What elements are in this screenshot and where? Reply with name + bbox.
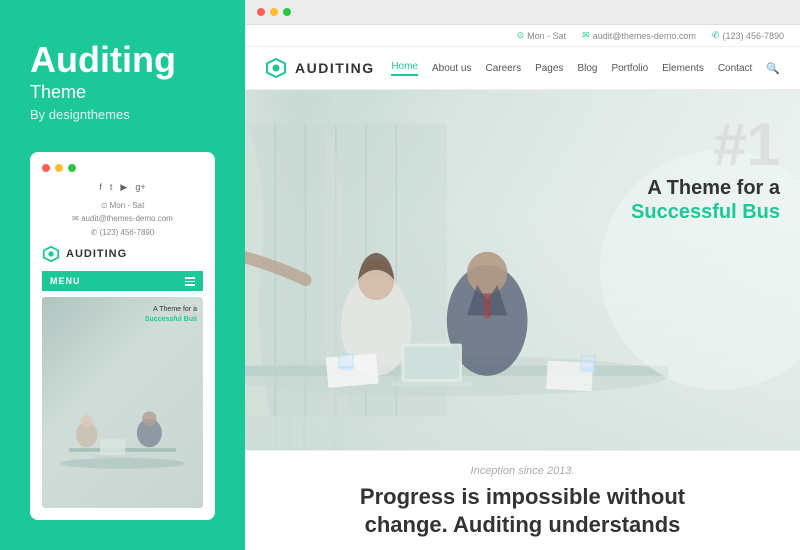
mobile-contact-info: ⊙ Mon - Sat ✉ audit@themes-demo.com ✆ (1… <box>42 199 203 240</box>
theme-by: By designthemes <box>30 107 215 122</box>
browser-window-dots <box>257 8 291 16</box>
site-topbar: ⊙ Mon - Sat ✉ audit@themes-demo.com ✆ (1… <box>245 25 800 47</box>
nav-link-portfolio[interactable]: Portfolio <box>611 63 648 74</box>
mobile-email: ✉ audit@themes-demo.com <box>42 212 203 226</box>
hamburger-icon <box>185 277 195 286</box>
dot-red <box>42 164 50 172</box>
mobile-window-dots <box>42 164 203 172</box>
mobile-preview-card: f t ▶ g+ ⊙ Mon - Sat ✉ audit@themes-demo… <box>30 152 215 520</box>
progress-line1: Progress is impossible without <box>360 484 685 509</box>
left-panel: Auditing Theme By designthemes f t ▶ g+ … <box>0 0 245 550</box>
hero-text-overlay: #1 A Theme for a Successful Bus <box>631 115 780 224</box>
topbar-phone: ✆ (123) 456-7890 <box>712 30 784 41</box>
mobile-social-bar: f t ▶ g+ <box>42 182 203 193</box>
progress-text: Progress is impossible without change. A… <box>265 483 780 540</box>
googleplus-icon: g+ <box>135 182 145 193</box>
topbar-email: ✉ audit@themes-demo.com <box>582 30 696 41</box>
phone-icon: ✆ <box>712 30 720 41</box>
site-nav: AUDITING Home About us Careers Pages Blo… <box>245 47 800 90</box>
menu-label: MENU <box>50 276 81 286</box>
website-preview: ⊙ Mon - Sat ✉ audit@themes-demo.com ✆ (1… <box>245 25 800 550</box>
site-logo-icon <box>265 57 287 79</box>
site-logo: AUDITING <box>265 57 375 79</box>
nav-link-home[interactable]: Home <box>391 61 418 76</box>
mobile-hours: ⊙ Mon - Sat <box>42 199 203 213</box>
browser-dot-green <box>283 8 291 16</box>
site-below-hero: Inception since 2013. Progress is imposs… <box>245 450 800 550</box>
mobile-people-svg <box>42 361 203 508</box>
dot-green <box>68 164 76 172</box>
mobile-hero-accent: Successful Bus <box>145 316 197 323</box>
mobile-logo-text: AUDITING <box>66 248 127 260</box>
inception-text: Inception since 2013. <box>265 465 780 477</box>
site-hero: #1 A Theme for a Successful Bus <box>245 90 800 450</box>
right-panel: ⊙ Mon - Sat ✉ audit@themes-demo.com ✆ (1… <box>245 0 800 550</box>
clock-icon: ⊙ <box>517 30 525 41</box>
hero-headline: A Theme for a <box>631 175 780 201</box>
theme-title: Auditing <box>30 40 215 80</box>
mobile-hero-image: #1 A Theme for a Successful Bus <box>42 297 203 508</box>
progress-line2: change. Auditing understands <box>365 512 681 537</box>
mobile-menu-bar[interactable]: MENU <box>42 271 203 291</box>
browser-dot-yellow <box>270 8 278 16</box>
nav-link-pages[interactable]: Pages <box>535 63 563 74</box>
nav-link-about[interactable]: About us <box>432 63 471 74</box>
nav-link-careers[interactable]: Careers <box>486 63 522 74</box>
mobile-hero-text: A Theme for a Successful Bus <box>145 305 197 325</box>
search-icon[interactable]: 🔍 <box>766 62 780 75</box>
hero-headline-accent: Successful Bus <box>631 201 780 224</box>
hero-number: #1 <box>631 115 780 175</box>
youtube-icon: ▶ <box>120 182 127 193</box>
mobile-logo-icon <box>42 245 60 263</box>
browser-chrome <box>245 0 800 25</box>
theme-subtitle: Theme <box>30 82 215 103</box>
dot-yellow <box>55 164 63 172</box>
topbar-hours: ⊙ Mon - Sat <box>517 30 567 41</box>
mobile-hero-heading: A Theme for a <box>153 306 197 313</box>
browser-dot-red <box>257 8 265 16</box>
email-icon: ✉ <box>582 30 590 41</box>
nav-link-elements[interactable]: Elements <box>662 63 704 74</box>
site-logo-text: AUDITING <box>295 60 375 76</box>
facebook-icon: f <box>99 182 102 193</box>
mobile-phone: ✆ (123) 456-7890 <box>42 226 203 240</box>
twitter-icon: t <box>110 182 113 193</box>
nav-link-contact[interactable]: Contact <box>718 63 752 74</box>
mobile-logo-row: AUDITING <box>42 245 203 263</box>
site-nav-links: Home About us Careers Pages Blog Portfol… <box>391 61 780 76</box>
nav-link-blog[interactable]: Blog <box>577 63 597 74</box>
